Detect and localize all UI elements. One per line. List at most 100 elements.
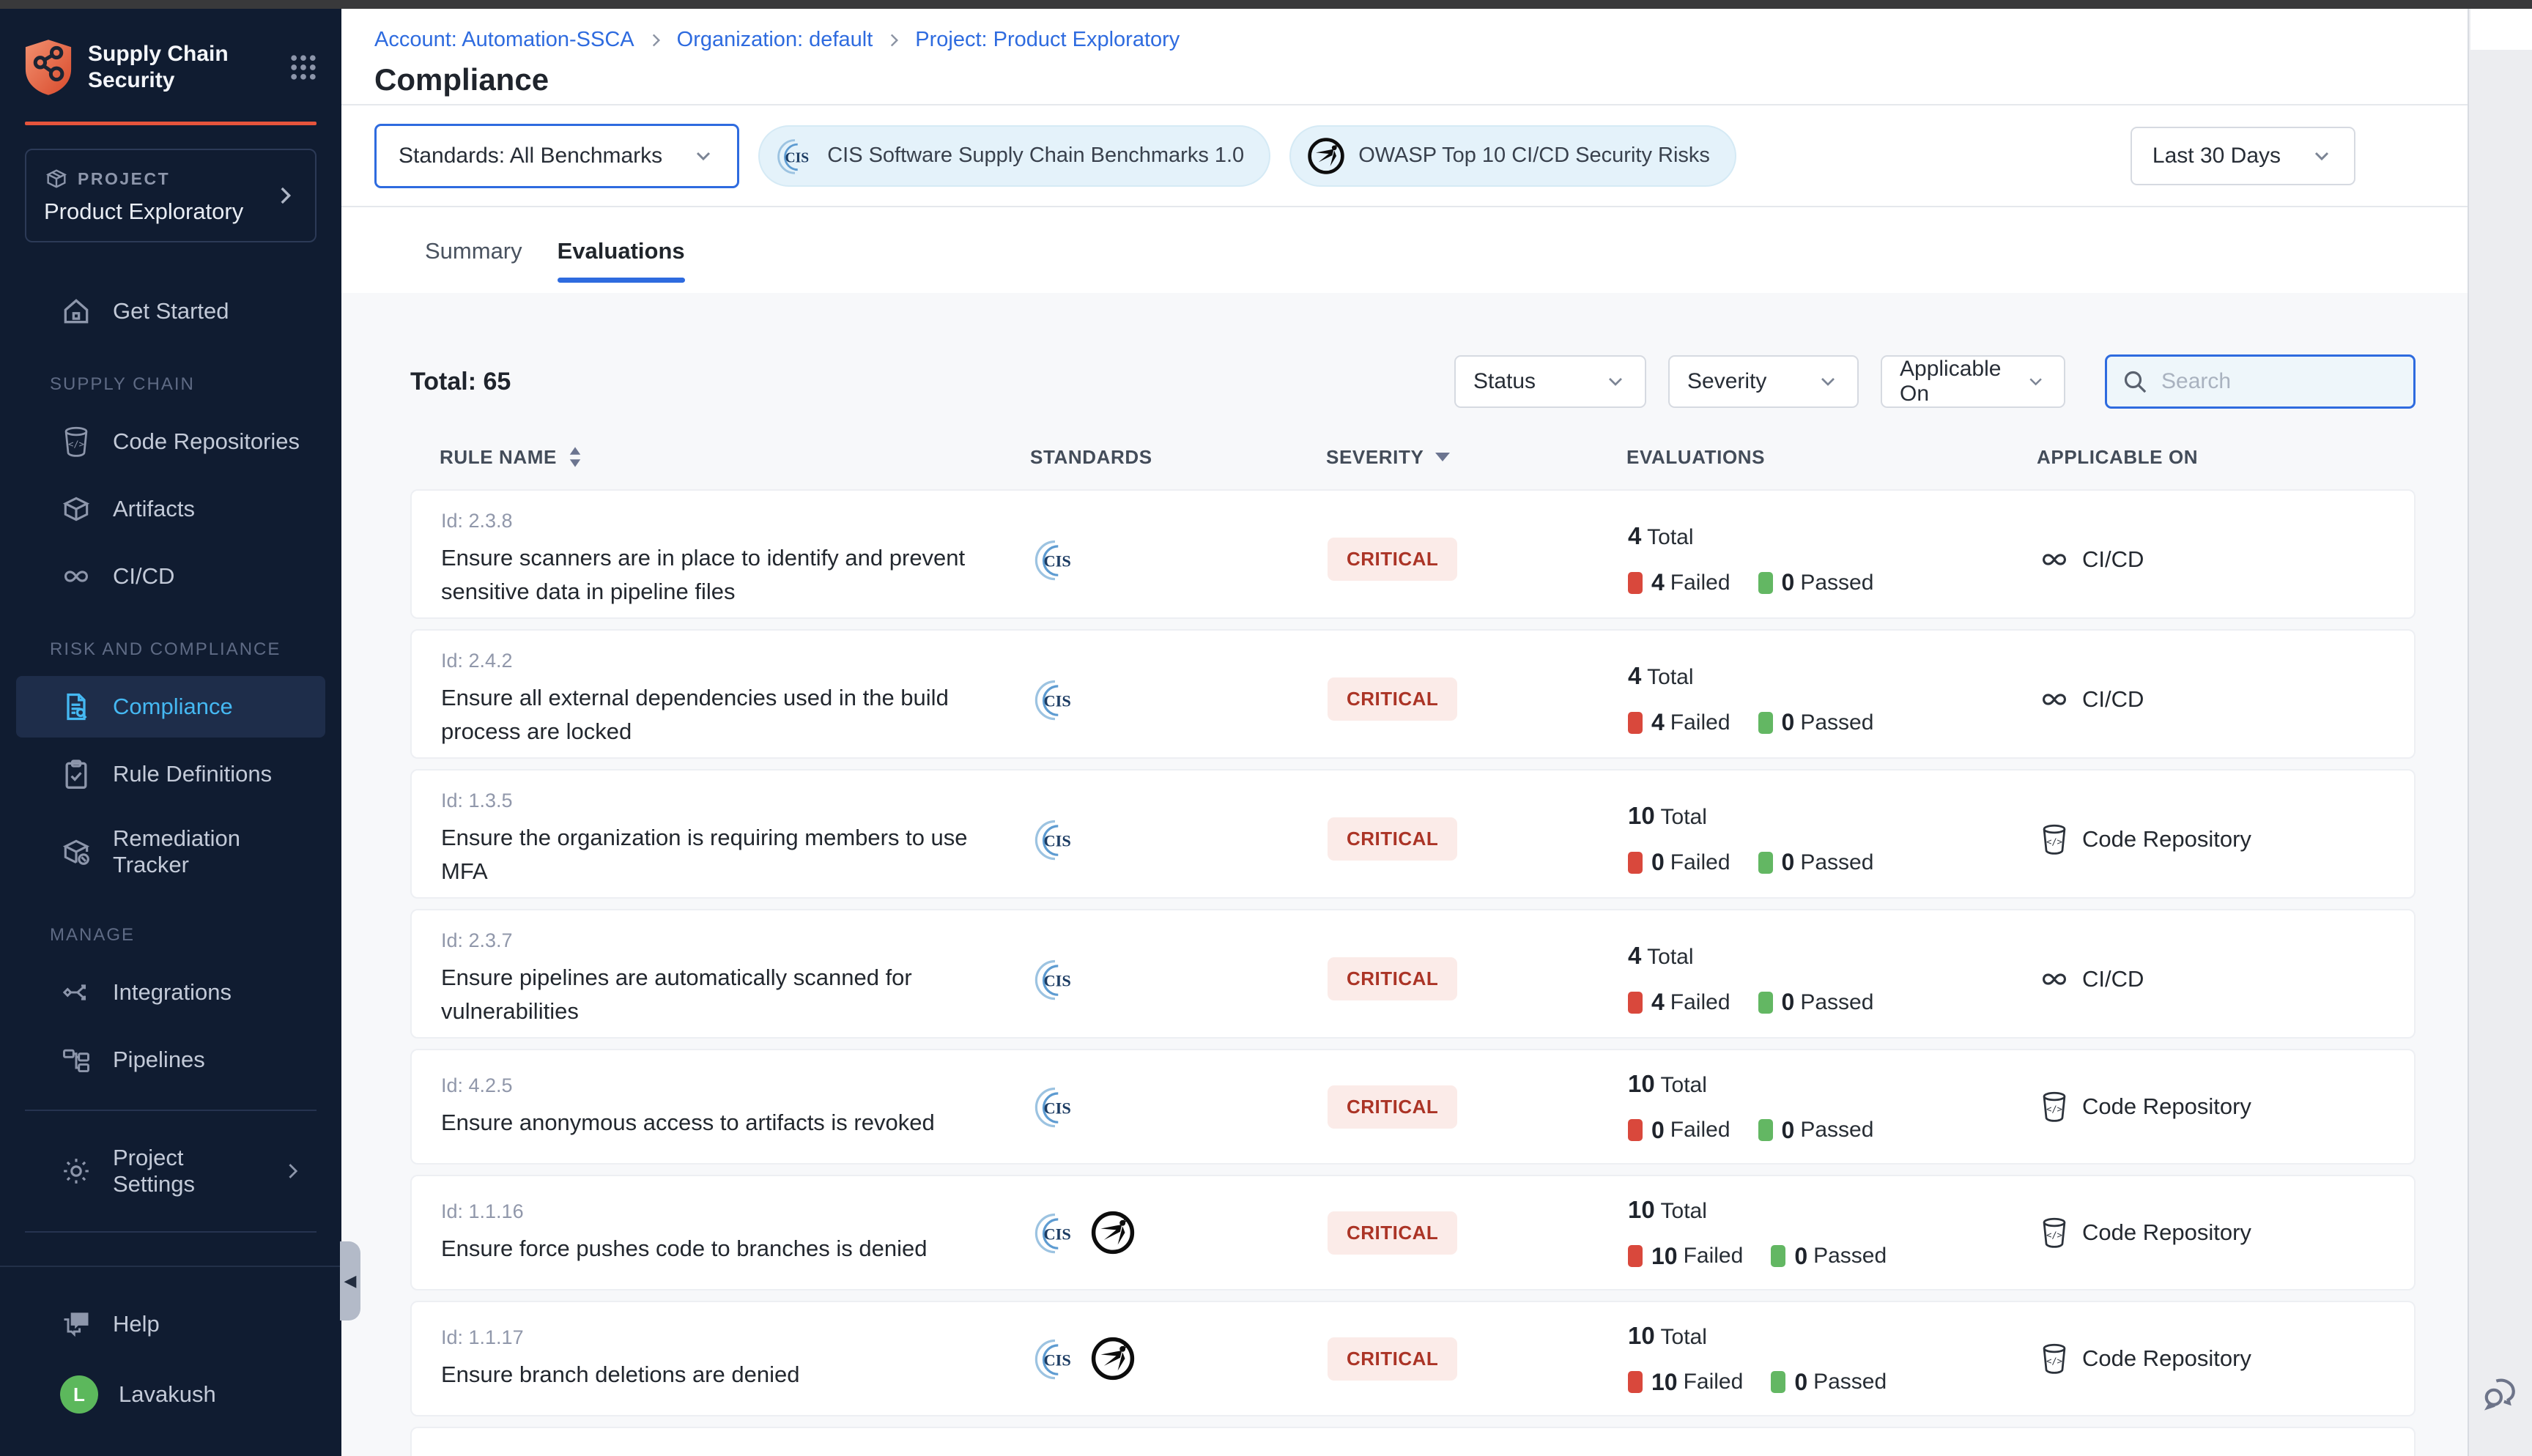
breadcrumb-organization[interactable]: Organization: default — [677, 28, 873, 52]
chip-label: CIS Software Supply Chain Benchmarks 1.0 — [827, 144, 1244, 168]
table-row[interactable]: Id: 2.3.7 Ensure pipelines are automatic… — [410, 909, 2416, 1039]
severity-badge: CRITICAL — [1328, 677, 1457, 721]
evaluations-passed-label: Passed — [1800, 1118, 1873, 1143]
evaluations-passed-label: Passed — [1800, 850, 1873, 875]
date-range-dropdown[interactable]: Last 30 Days — [2131, 127, 2355, 185]
failed-indicator — [1628, 852, 1643, 874]
cicd-icon — [2038, 543, 2070, 576]
evaluations-total-count: 10 — [1628, 1070, 1655, 1097]
help-button[interactable]: ? Help — [16, 1293, 325, 1355]
evaluations-total-count: 4 — [1628, 662, 1641, 689]
integrations-icon — [60, 976, 92, 1009]
evaluations-total-label: Total — [1661, 1325, 1707, 1349]
table-row[interactable]: Id: 1.1.16 Ensure force pushes code to b… — [410, 1175, 2416, 1290]
home-icon — [60, 295, 92, 327]
sidebar-footer: ? Help L Lavakush — [0, 1266, 341, 1456]
sidebar-item-project-settings[interactable]: Project Settings — [16, 1130, 325, 1212]
sidebar-item-get-started[interactable]: Get Started — [16, 281, 325, 342]
rule-name: Ensure branch deletions are denied — [441, 1358, 998, 1392]
nav-divider — [25, 1110, 316, 1111]
sidebar-item-label: Pipelines — [113, 1047, 205, 1073]
project-selector[interactable]: PROJECT Product Exploratory — [25, 149, 316, 242]
sidebar-item-code-repositories[interactable]: Code Repositories — [16, 411, 325, 472]
app-switcher-icon[interactable] — [287, 51, 319, 83]
evaluations-total-count: 10 — [1628, 1196, 1655, 1223]
sort-desc-icon[interactable] — [1434, 451, 1451, 463]
tab-label: Summary — [425, 232, 522, 278]
code-repository-icon — [2038, 823, 2070, 855]
passed-indicator — [1758, 712, 1773, 734]
breadcrumb-account[interactable]: Account: Automation-SSCA — [374, 28, 634, 52]
applicable-on-filter-dropdown[interactable]: Applicable On — [1881, 355, 2065, 408]
total-count: Total: 65 — [410, 368, 511, 396]
evaluations-failed-count: 10 — [1651, 1369, 1678, 1396]
chevron-right-icon — [646, 31, 665, 50]
severity-badge: CRITICAL — [1328, 538, 1457, 581]
sort-icon[interactable] — [567, 445, 583, 469]
help-chat-icon: ? — [60, 1308, 92, 1340]
evaluations-failed-label: Failed — [1684, 1370, 1744, 1394]
table-row-partial[interactable] — [410, 1427, 2416, 1456]
column-rule-name[interactable]: RULE NAME — [440, 445, 1030, 469]
sidebar-item-remediation-tracker[interactable]: Remediation Tracker — [16, 811, 325, 893]
sidebar-item-compliance[interactable]: Compliance — [16, 676, 325, 738]
passed-indicator — [1758, 992, 1773, 1014]
evaluations-failed-count: 10 — [1651, 1243, 1678, 1270]
cis-logo-icon — [774, 135, 815, 177]
failed-indicator — [1628, 1245, 1643, 1267]
sidebar-item-rule-definitions[interactable]: Rule Definitions — [16, 743, 325, 805]
sidebar-collapse-handle[interactable]: ◀ — [340, 1241, 360, 1321]
feedback-chat-icon[interactable] — [2479, 1373, 2520, 1414]
chip-cis-benchmark[interactable]: CIS Software Supply Chain Benchmarks 1.0 — [758, 125, 1270, 187]
column-standards: STANDARDS — [1030, 446, 1326, 469]
status-filter-dropdown[interactable]: Status — [1454, 355, 1646, 408]
standards-dropdown[interactable]: Standards: All Benchmarks — [374, 124, 739, 188]
sidebar-item-label: Artifacts — [113, 496, 195, 522]
sidebar-item-integrations[interactable]: Integrations — [16, 962, 325, 1023]
severity-filter-dropdown[interactable]: Severity — [1668, 355, 1859, 408]
search-box[interactable] — [2105, 354, 2416, 409]
sidebar-nav: Get Started SUPPLY CHAIN Code Repositori… — [0, 242, 341, 1266]
sidebar-item-cicd[interactable]: CI/CD — [16, 546, 325, 607]
brand-divider — [25, 122, 316, 125]
rule-name: Ensure force pushes code to branches is … — [441, 1232, 998, 1266]
table-row[interactable]: Id: 4.2.5 Ensure anonymous access to art… — [410, 1049, 2416, 1165]
chip-owasp-top10[interactable]: OWASP Top 10 CI/CD Security Risks — [1289, 125, 1736, 187]
severity-badge: CRITICAL — [1328, 957, 1457, 1000]
pipelines-icon — [60, 1044, 92, 1076]
table-row[interactable]: Id: 1.1.17 Ensure branch deletions are d… — [410, 1301, 2416, 1416]
table-row[interactable]: Id: 1.3.5 Ensure the organization is req… — [410, 769, 2416, 899]
section-risk-and-compliance: RISK AND COMPLIANCE — [0, 613, 341, 670]
sidebar-item-label: Get Started — [113, 298, 229, 324]
breadcrumb-project[interactable]: Project: Product Exploratory — [915, 28, 1180, 52]
code-repository-icon — [2038, 1342, 2070, 1375]
evaluations-passed-count: 0 — [1794, 1369, 1807, 1396]
passed-indicator — [1771, 1371, 1785, 1393]
sidebar-item-artifacts[interactable]: Artifacts — [16, 478, 325, 540]
sidebar-item-account-settings[interactable]: Account Settings — [16, 1252, 325, 1266]
evaluations-passed-count: 0 — [1782, 709, 1795, 736]
rule-id: Id: 1.1.17 — [441, 1326, 1032, 1349]
tab-summary[interactable]: Summary — [415, 232, 533, 293]
owasp-logo-icon — [1306, 135, 1347, 177]
svg-text:?: ? — [76, 1314, 82, 1325]
column-label: STANDARDS — [1030, 446, 1152, 469]
evaluations-total-count: 4 — [1628, 522, 1641, 549]
sidebar-item-pipelines[interactable]: Pipelines — [16, 1029, 325, 1091]
evaluations-failed-count: 0 — [1651, 849, 1665, 876]
tab-bar: Summary Evaluations — [341, 207, 2468, 293]
applicable-on-filter-label: Applicable On — [1900, 357, 2025, 406]
chevron-right-icon — [884, 31, 903, 50]
table-row[interactable]: Id: 2.3.8 Ensure scanners are in place t… — [410, 489, 2416, 619]
table-row[interactable]: Id: 2.4.2 Ensure all external dependenci… — [410, 629, 2416, 759]
user-name: Lavakush — [119, 1381, 216, 1408]
column-severity[interactable]: SEVERITY — [1326, 446, 1626, 469]
rule-id: Id: 2.3.8 — [441, 510, 1032, 532]
rule-name: Ensure all external dependencies used in… — [441, 681, 998, 749]
search-input[interactable] — [2161, 369, 2444, 394]
user-menu[interactable]: L Lavakush — [16, 1361, 325, 1428]
rule-id: Id: 2.4.2 — [441, 650, 1032, 672]
tab-evaluations[interactable]: Evaluations — [547, 232, 695, 293]
code-repository-icon — [60, 426, 92, 458]
sidebar-item-label: Compliance — [113, 694, 233, 720]
